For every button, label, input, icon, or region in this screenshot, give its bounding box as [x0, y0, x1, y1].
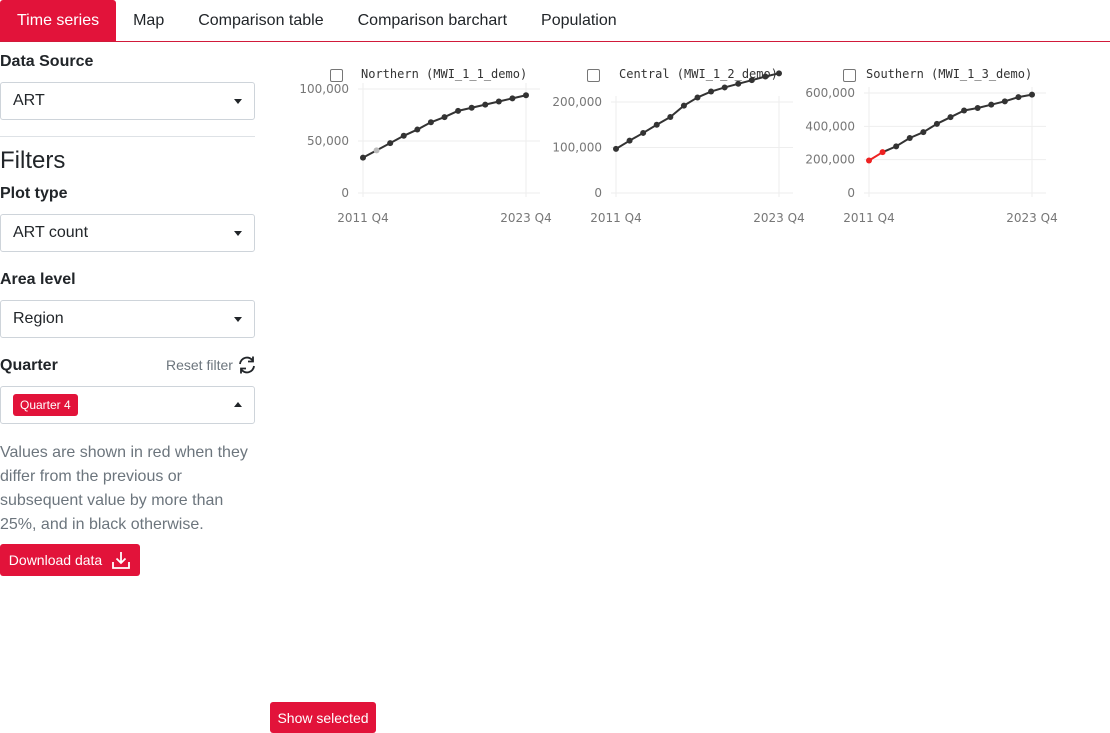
data-point — [495, 98, 502, 105]
data-point — [762, 73, 769, 80]
x-tick-label: 2011 Q4 — [337, 211, 388, 225]
x-tick-label: 2011 Q4 — [590, 211, 641, 225]
data-point — [961, 107, 968, 114]
data-point — [920, 129, 927, 136]
data-point — [414, 126, 421, 133]
x-tick-label: 2011 Q4 — [843, 211, 894, 225]
data-point — [1029, 91, 1035, 98]
data-point — [468, 104, 475, 111]
data-point — [441, 114, 448, 121]
show-selected-label: Show selected — [277, 709, 369, 726]
y-tick-label: 0 — [594, 186, 602, 200]
data-point — [360, 154, 366, 161]
data-point — [680, 102, 687, 109]
data-point — [694, 94, 701, 101]
quarter-chip[interactable]: Quarter 4 — [13, 394, 78, 416]
data-point — [400, 132, 407, 139]
data-point — [640, 129, 647, 136]
data-point — [866, 157, 872, 164]
area-level-value: Region — [13, 310, 64, 327]
y-tick-label: 200,000 — [552, 95, 602, 109]
data-point — [748, 77, 755, 84]
data-point — [667, 114, 674, 121]
y-tick-label: 100,000 — [552, 141, 602, 155]
data-point — [974, 105, 981, 111]
y-tick-label: 400,000 — [805, 119, 855, 133]
x-tick-label: 2023 Q4 — [753, 211, 804, 225]
reset-filter-button[interactable]: Reset filter — [166, 355, 258, 375]
y-tick-label: 100,000 — [299, 82, 349, 96]
y-tick-label: 600,000 — [805, 86, 855, 100]
data-point — [455, 107, 462, 114]
data-point — [933, 120, 940, 127]
data-point — [776, 70, 782, 77]
data-point — [523, 92, 529, 99]
data-point — [387, 140, 394, 147]
data-point — [427, 119, 434, 126]
data-point — [988, 101, 995, 108]
refresh-icon — [239, 356, 255, 374]
data-point — [708, 88, 715, 95]
data-point — [626, 137, 633, 144]
data-point — [1015, 94, 1022, 101]
data-point — [613, 145, 619, 152]
caret-down-icon — [234, 317, 242, 322]
data-point — [735, 80, 742, 87]
data-point — [947, 114, 954, 121]
x-tick-label: 2023 Q4 — [1006, 211, 1057, 225]
data-point — [879, 149, 886, 156]
data-point — [373, 147, 380, 154]
color-note: Values are shown in red when they differ… — [0, 444, 248, 533]
data-point — [1001, 98, 1008, 105]
y-tick-label: 50,000 — [307, 134, 349, 148]
data-point — [893, 143, 900, 150]
y-tick-label: 200,000 — [805, 153, 855, 167]
download-label: Download data — [8, 552, 103, 568]
download-data-button[interactable]: Download data — [0, 544, 140, 576]
data-point — [482, 101, 489, 108]
show-selected-button[interactable]: Show selected — [270, 702, 376, 733]
reset-filter-label: Reset filter — [166, 357, 233, 373]
x-tick-label: 2023 Q4 — [500, 211, 551, 225]
download-icon — [112, 552, 131, 569]
area-level-label: Area level — [0, 271, 76, 288]
data-point — [653, 121, 660, 128]
data-point — [721, 84, 728, 91]
y-tick-label: 0 — [847, 186, 855, 200]
y-tick-label: 0 — [341, 186, 349, 200]
data-point — [906, 135, 913, 141]
area-level-select[interactable]: Region — [0, 300, 255, 338]
quarter-multiselect[interactable]: Quarter 4 — [0, 386, 255, 424]
quarter-label: Quarter — [0, 357, 58, 374]
data-point — [509, 95, 516, 102]
time-series-plots: 0 50,000 100,000 2011 Q4 2023 Q4 0 100,000 200,… — [299, 70, 1058, 225]
caret-up-icon — [234, 402, 242, 407]
